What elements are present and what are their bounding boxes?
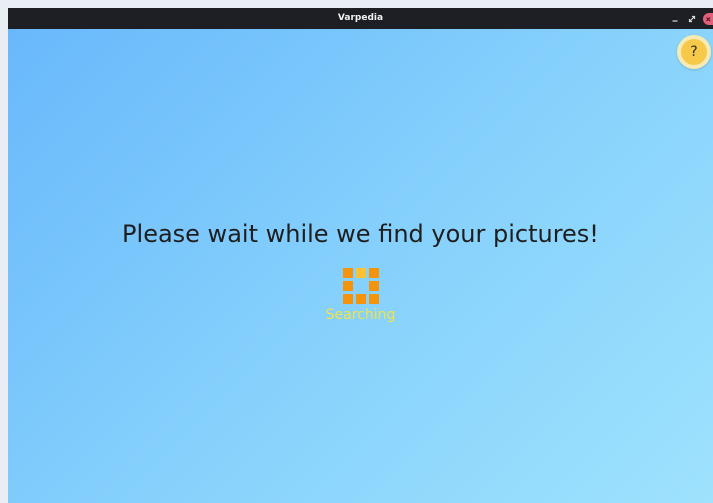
spinner-cell <box>342 294 353 304</box>
minimize-button[interactable] <box>669 13 681 25</box>
wait-message: Please wait while we find your pictures! <box>122 220 599 248</box>
spinner-cell <box>368 294 379 304</box>
loading-spinner-icon <box>342 268 379 304</box>
spinner-cell <box>342 281 353 291</box>
loading-panel: Please wait while we find your pictures!… <box>8 219 713 323</box>
close-icon <box>706 16 711 21</box>
minimize-icon <box>672 19 678 22</box>
spinner-cell <box>368 281 379 291</box>
window-title: Varpedia <box>337 13 384 23</box>
spinner-cell <box>355 268 366 278</box>
app-window: Varpedia ? Please wait while we find you… <box>8 8 713 503</box>
window-controls <box>669 8 713 29</box>
spinner-cell <box>368 268 379 278</box>
title-bar[interactable]: Varpedia <box>8 8 713 29</box>
maximize-button[interactable] <box>686 13 698 25</box>
maximize-icon <box>688 15 696 22</box>
spinner-cell <box>355 294 366 304</box>
content-area: ? Please wait while we find your picture… <box>8 29 713 503</box>
help-icon: ? <box>681 39 707 65</box>
close-button[interactable] <box>703 12 713 25</box>
help-button[interactable]: ? <box>677 35 711 69</box>
status-text: Searching <box>325 307 396 323</box>
spinner-cell <box>342 268 353 278</box>
